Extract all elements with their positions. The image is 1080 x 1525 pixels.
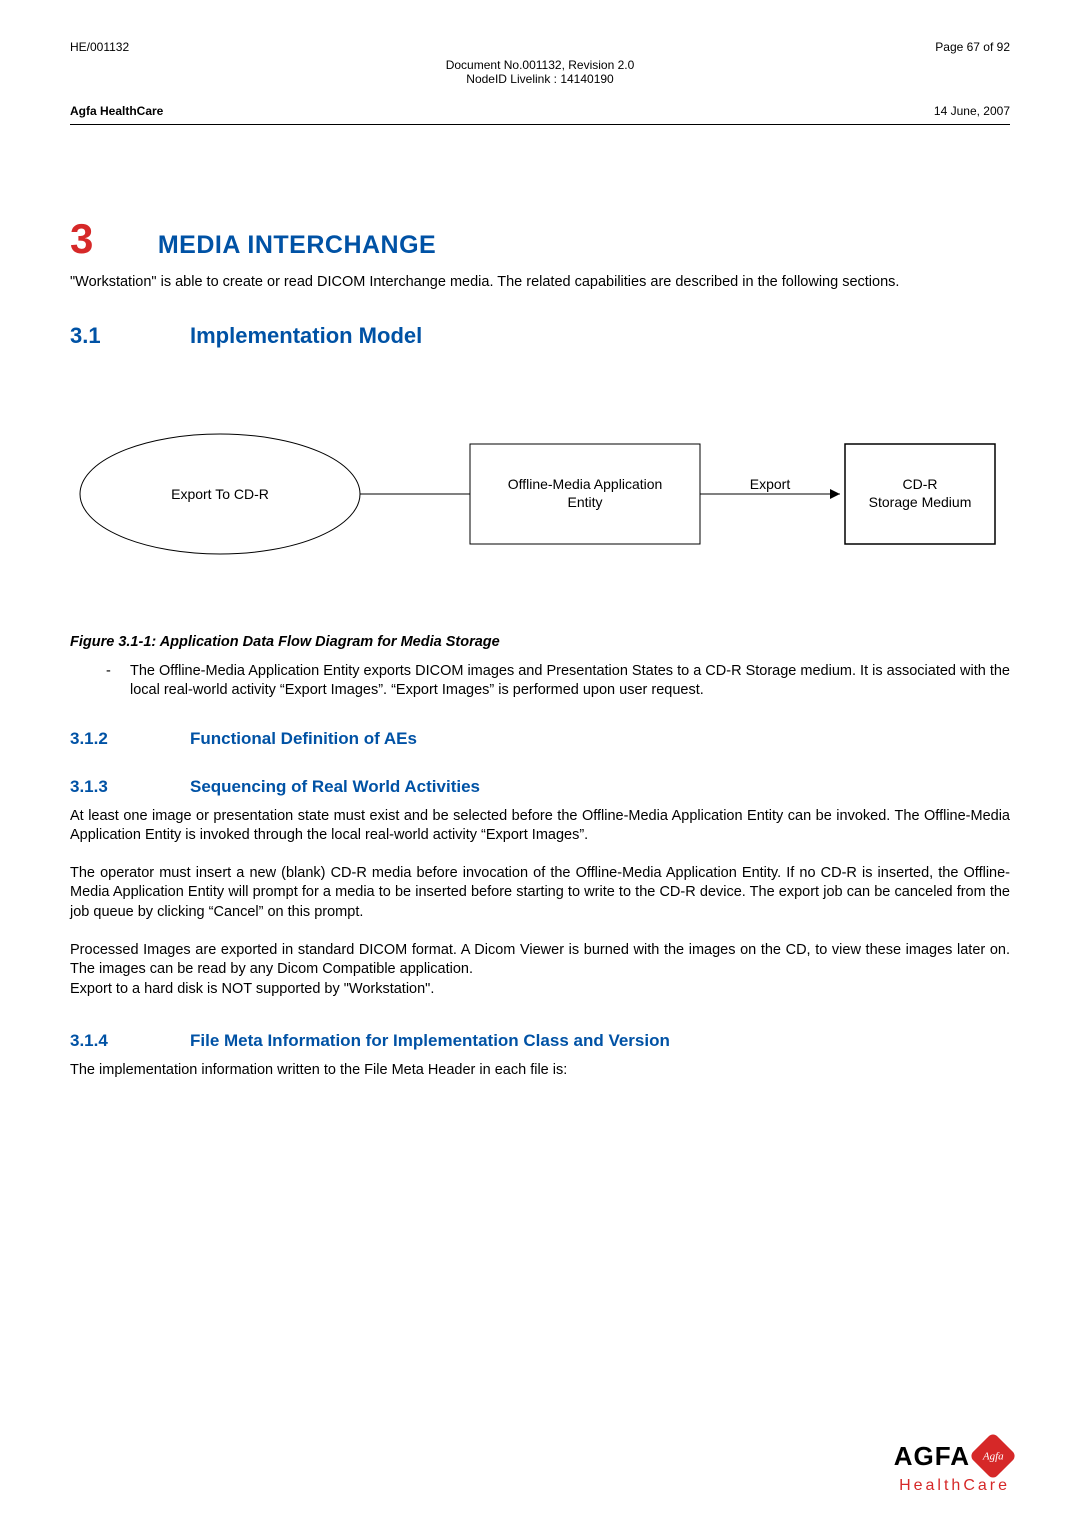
logo-brand-text: AGFA: [894, 1441, 970, 1472]
para-313-2: The operator must insert a new (blank) C…: [70, 864, 1010, 923]
section-3-1-3-heading: 3.1.3Sequencing of Real World Activities: [70, 777, 1010, 797]
diagram-edge-label: Export: [750, 476, 791, 492]
chapter-title: MEDIA INTERCHANGE: [158, 231, 436, 260]
logo-diamond-icon: Agfa: [969, 1432, 1017, 1480]
logo-diamond-text: Agfa: [983, 1450, 1004, 1462]
flow-diagram: Export To CD-R Offline-Media Application…: [70, 389, 1010, 609]
doc-date: 14 June, 2007: [934, 104, 1010, 118]
diagram-node2-line1: Offline-Media Application: [508, 476, 663, 492]
para-313-4: Export to a hard disk is NOT supported b…: [70, 980, 1010, 1000]
section-num: 3.1.2: [70, 729, 190, 749]
para-314-1: The implementation information written t…: [70, 1061, 1010, 1081]
section-3-1-2-heading: 3.1.2Functional Definition of AEs: [70, 729, 1010, 749]
figure-caption: Figure 3.1-1: Application Data Flow Diag…: [70, 634, 1010, 650]
section-3-1-heading: 3.1Implementation Model: [70, 323, 1010, 349]
section-num: 3.1: [70, 323, 190, 349]
doc-no: Document No.001132, Revision 2.0: [70, 58, 1010, 72]
company-name: Agfa HealthCare: [70, 104, 163, 118]
diagram-node3-line2: Storage Medium: [869, 494, 972, 510]
chapter-number: 3: [70, 215, 93, 263]
logo-subtext: HealthCare: [894, 1477, 1010, 1495]
section-title: Sequencing of Real World Activities: [190, 777, 480, 796]
section-num: 3.1.4: [70, 1031, 190, 1051]
section-num: 3.1.3: [70, 777, 190, 797]
diagram-node1-text: Export To CD-R: [171, 486, 269, 502]
section-title: File Meta Information for Implementation…: [190, 1031, 670, 1050]
para-313-3: Processed Images are exported in standar…: [70, 941, 1010, 980]
diagram-node3-line1: CD-R: [903, 476, 938, 492]
section-title: Functional Definition of AEs: [190, 729, 417, 748]
bullet-text: The Offline-Media Application Entity exp…: [130, 663, 1010, 699]
section-title: Implementation Model: [190, 323, 422, 348]
bullet-item: -The Offline-Media Application Entity ex…: [70, 662, 1010, 701]
chapter-intro: "Workstation" is able to create or read …: [70, 273, 1010, 293]
doc-id: HE/001132: [70, 40, 129, 54]
node-id: NodeID Livelink : 14140190: [70, 72, 1010, 86]
header-divider: [70, 124, 1010, 125]
footer-logo: AGFA Agfa HealthCare: [894, 1439, 1010, 1495]
para-313-1: At least one image or presentation state…: [70, 807, 1010, 846]
page-info: Page 67 of 92: [935, 40, 1010, 54]
section-3-1-4-heading: 3.1.4File Meta Information for Implement…: [70, 1031, 1010, 1051]
diagram-node2-line2: Entity: [567, 494, 602, 510]
